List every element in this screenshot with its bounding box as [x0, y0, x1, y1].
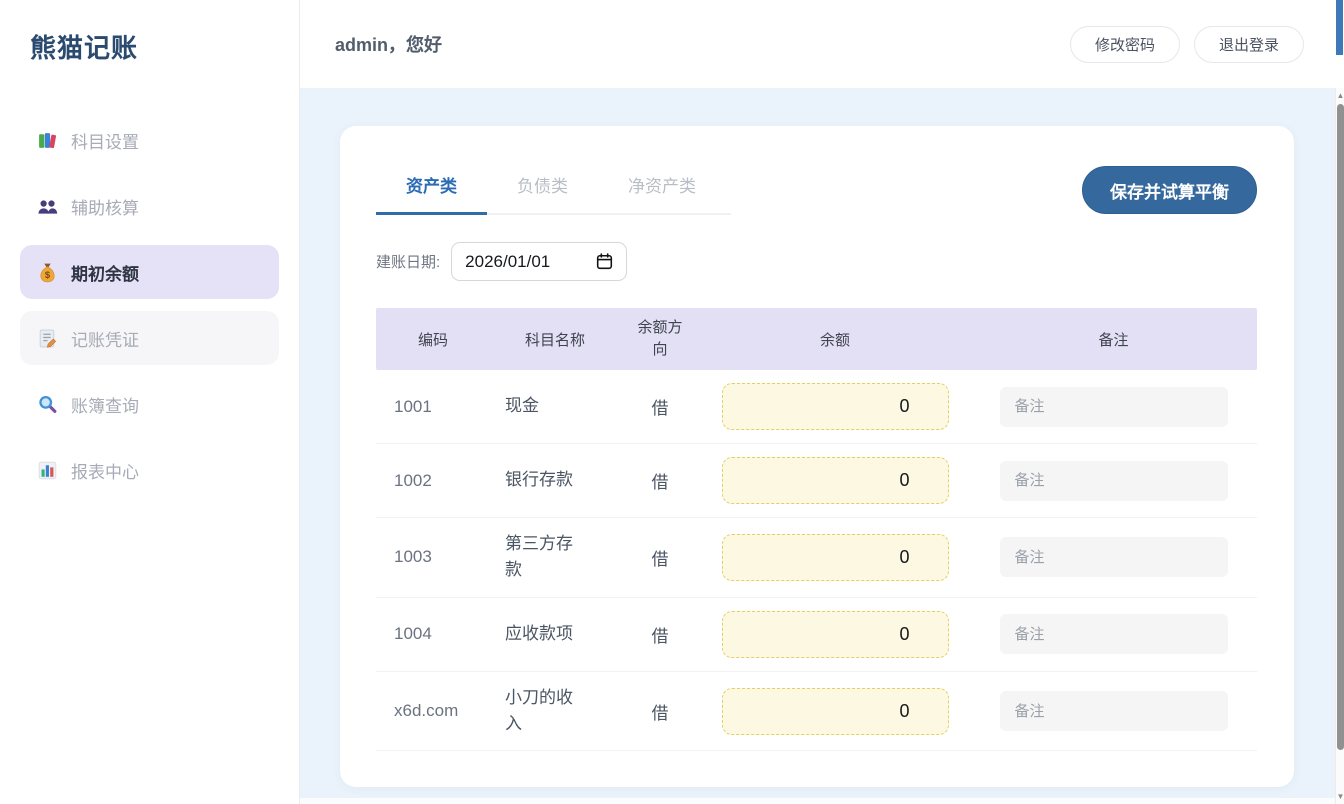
- users-icon: [37, 196, 58, 217]
- sidebar-item-auxiliary-accounting[interactable]: 辅助核算: [20, 179, 279, 233]
- remark-cell: [970, 444, 1257, 518]
- sidebar-item-label: 记账凭证: [71, 326, 139, 351]
- books-icon: [37, 130, 58, 151]
- balance-cell: [700, 671, 970, 751]
- table-row: 1004 应收款项 借: [376, 597, 1257, 671]
- app-title: 熊猫记账: [0, 0, 299, 65]
- balance-input[interactable]: [722, 457, 949, 504]
- remark-cell: [970, 518, 1257, 598]
- scroll-up-arrow[interactable]: ▲: [1336, 92, 1344, 100]
- table-body: 1001 现金 借 1002 银行存款: [376, 370, 1257, 751]
- scroll-down-arrow[interactable]: ▼: [1336, 793, 1344, 801]
- remark-input[interactable]: [1000, 614, 1228, 654]
- balance-cell: [700, 597, 970, 671]
- card-top-row: 资产类 负债类 净资产类 保存并试算平衡: [376, 170, 1257, 215]
- table-header-row: 编码 科目名称 余额方向 余额 备注: [376, 308, 1257, 370]
- sidebar-item-subject-settings[interactable]: 科目设置: [20, 113, 279, 167]
- remark-cell: [970, 370, 1257, 444]
- balance-cell: [700, 370, 970, 444]
- col-header-code: 编码: [376, 308, 490, 370]
- account-code: x6d.com: [376, 671, 490, 751]
- col-header-balance: 余额: [700, 308, 970, 370]
- vertical-scrollbar: ▲ ▼: [1335, 0, 1344, 804]
- horizontal-scroll-track: [300, 798, 1344, 804]
- table-header: 编码 科目名称 余额方向 余额 备注: [376, 308, 1257, 370]
- top-header: admin，您好 修改密码 退出登录: [300, 0, 1344, 89]
- remark-input[interactable]: [1000, 537, 1228, 577]
- category-tabs: 资产类 负债类 净资产类: [376, 170, 731, 215]
- balance-direction: 借: [620, 597, 700, 671]
- balance-cell: [700, 518, 970, 598]
- balance-input[interactable]: [722, 534, 949, 581]
- moneybag-icon: $: [37, 262, 58, 283]
- sidebar: 熊猫记账 科目设置: [0, 0, 300, 804]
- header-actions: 修改密码 退出登录: [1070, 26, 1304, 63]
- balance-direction: 借: [620, 518, 700, 598]
- account-date-value: 2026/01/01: [465, 252, 550, 272]
- balance-direction: 借: [620, 444, 700, 518]
- content-area: 资产类 负债类 净资产类 保存并试算平衡 建账日期: 2026/01/01: [300, 89, 1344, 804]
- account-code: 1003: [376, 518, 490, 598]
- sidebar-item-opening-balance[interactable]: $ 期初余额: [20, 245, 279, 299]
- change-password-button[interactable]: 修改密码: [1070, 26, 1180, 63]
- outer-scrollbar-thumb[interactable]: [1336, 0, 1343, 55]
- tab-liabilities[interactable]: 负债类: [487, 170, 598, 215]
- table-row: 1001 现金 借: [376, 370, 1257, 444]
- account-name: 银行存款: [490, 444, 620, 518]
- chart-icon: [37, 460, 58, 481]
- account-code: 1002: [376, 444, 490, 518]
- remark-input[interactable]: [1000, 461, 1228, 501]
- sidebar-item-label: 账簿查询: [71, 392, 139, 417]
- balance-direction: 借: [620, 370, 700, 444]
- main-area: admin，您好 修改密码 退出登录 资产类 负债类 净资产类 保存并试算平衡 …: [300, 0, 1344, 804]
- logout-button[interactable]: 退出登录: [1194, 26, 1304, 63]
- sidebar-item-label: 报表中心: [71, 458, 139, 483]
- sidebar-item-label: 科目设置: [71, 128, 139, 153]
- sidebar-item-voucher[interactable]: 记账凭证: [20, 311, 279, 365]
- sidebar-item-report-center[interactable]: 报表中心: [20, 443, 279, 497]
- tab-net-assets[interactable]: 净资产类: [598, 170, 726, 215]
- tab-assets[interactable]: 资产类: [376, 170, 487, 215]
- remark-cell: [970, 671, 1257, 751]
- svg-text:$: $: [45, 269, 51, 280]
- col-header-remark: 备注: [970, 308, 1257, 370]
- user-greeting: admin，您好: [335, 31, 442, 57]
- save-trial-balance-button[interactable]: 保存并试算平衡: [1082, 166, 1257, 214]
- account-code: 1004: [376, 597, 490, 671]
- calendar-icon[interactable]: [596, 253, 613, 270]
- sidebar-item-label: 辅助核算: [71, 194, 139, 219]
- inner-scrollbar-track[interactable]: ▲ ▼: [1335, 88, 1344, 804]
- remark-input[interactable]: [1000, 691, 1228, 731]
- sidebar-item-label: 期初余额: [71, 260, 139, 285]
- table-row: 1003 第三方存款 借: [376, 518, 1257, 598]
- account-name: 应收款项: [490, 597, 620, 671]
- balance-input[interactable]: [722, 611, 949, 658]
- balance-input[interactable]: [722, 688, 949, 735]
- sidebar-item-ledger-query[interactable]: 账簿查询: [20, 377, 279, 431]
- account-name: 小刀的收入: [490, 671, 620, 751]
- account-date-label: 建账日期:: [376, 251, 440, 272]
- account-code: 1001: [376, 370, 490, 444]
- account-date-input[interactable]: 2026/01/01: [451, 242, 627, 281]
- table-row: 1002 银行存款 借: [376, 444, 1257, 518]
- balance-direction: 借: [620, 671, 700, 751]
- col-header-direction: 余额方向: [620, 308, 700, 370]
- search-icon: [37, 394, 58, 415]
- app-window: 熊猫记账 科目设置: [0, 0, 1344, 804]
- balance-input[interactable]: [722, 383, 949, 430]
- account-name: 现金: [490, 370, 620, 444]
- account-name: 第三方存款: [490, 518, 620, 598]
- remark-cell: [970, 597, 1257, 671]
- balance-cell: [700, 444, 970, 518]
- sidebar-nav: 科目设置 辅助核算 $: [0, 113, 299, 497]
- inner-scrollbar-thumb[interactable]: [1337, 104, 1344, 750]
- opening-balance-table: 编码 科目名称 余额方向 余额 备注 1001 现金 借: [376, 308, 1257, 751]
- col-header-name: 科目名称: [490, 308, 620, 370]
- remark-input[interactable]: [1000, 387, 1228, 427]
- account-date-row: 建账日期: 2026/01/01: [376, 242, 1257, 281]
- opening-balance-card: 资产类 负债类 净资产类 保存并试算平衡 建账日期: 2026/01/01: [340, 126, 1294, 787]
- table-row: x6d.com 小刀的收入 借: [376, 671, 1257, 751]
- voucher-icon: [37, 328, 58, 349]
